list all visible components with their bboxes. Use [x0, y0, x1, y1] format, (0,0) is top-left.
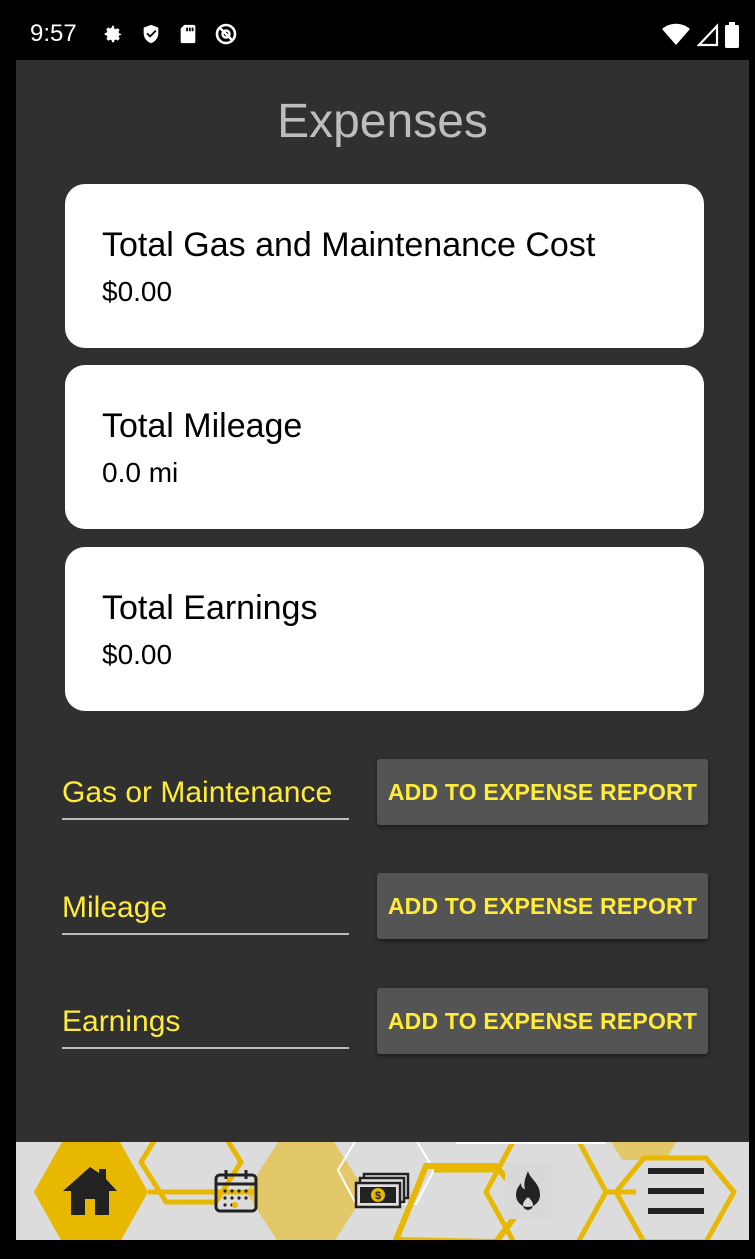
status-time: 9:57 [30, 20, 77, 47]
status-icons-left [102, 22, 238, 46]
bottom-navigation: $ [16, 1142, 749, 1240]
card-title: Total Mileage [102, 407, 303, 445]
wifi-icon [662, 23, 690, 45]
card-title: Total Gas and Maintenance Cost [102, 226, 596, 264]
device-frame: 9:57 Expenses Total Gas and Maintenance … [0, 0, 755, 1259]
nav-hot[interactable] [478, 1142, 578, 1240]
nav-calendar[interactable] [186, 1142, 286, 1240]
nav-menu[interactable] [626, 1142, 726, 1240]
earnings-card: Total Earnings $0.00 [65, 547, 704, 711]
fire-icon-bg [505, 1163, 551, 1219]
mileage-hint: Mileage [62, 891, 168, 924]
expenses-screen: Expenses Total Gas and Maintenance Cost … [16, 60, 749, 1142]
mileage-card: Total Mileage 0.0 mi [65, 365, 704, 529]
menu-icon [648, 1168, 704, 1214]
fire-icon [516, 1171, 540, 1210]
nav-home[interactable] [40, 1142, 140, 1240]
card-value: 0.0 mi [102, 457, 179, 488]
svg-text:$: $ [375, 1190, 381, 1202]
at-icon [215, 23, 237, 45]
card-value: $0.00 [102, 276, 173, 307]
status-icons-right [661, 22, 739, 48]
add-mileage-button[interactable]: ADD TO EXPENSE REPORT [377, 873, 708, 939]
earnings-hint: Earnings [62, 1005, 181, 1038]
battery-icon [725, 22, 739, 48]
calendar-icon [214, 1170, 258, 1213]
status-bar: 9:57 [16, 8, 749, 60]
system-bottom-bar [0, 1240, 755, 1259]
money-icon: $ [354, 1172, 410, 1209]
card-title: Total Earnings [102, 589, 318, 627]
nav-expenses[interactable]: $ [332, 1142, 432, 1240]
earnings-input[interactable]: Earnings [62, 999, 349, 1049]
card-value: $0.00 [102, 639, 173, 670]
page-title: Expenses [277, 95, 488, 148]
gas-maintenance-cost-card: Total Gas and Maintenance Cost $0.00 [65, 184, 704, 348]
gear-icon [104, 25, 122, 43]
sd-card-icon [180, 24, 196, 44]
add-gas-maintenance-button[interactable]: ADD TO EXPENSE REPORT [377, 759, 708, 825]
signal-icon [697, 23, 719, 47]
gas-maintenance-hint: Gas or Maintenance [62, 776, 333, 809]
mileage-input[interactable]: Mileage [62, 885, 349, 935]
add-earnings-button[interactable]: ADD TO EXPENSE REPORT [377, 988, 708, 1054]
gas-maintenance-input[interactable]: Gas or Maintenance [62, 770, 349, 820]
home-icon [63, 1167, 117, 1215]
shield-icon [143, 24, 159, 44]
